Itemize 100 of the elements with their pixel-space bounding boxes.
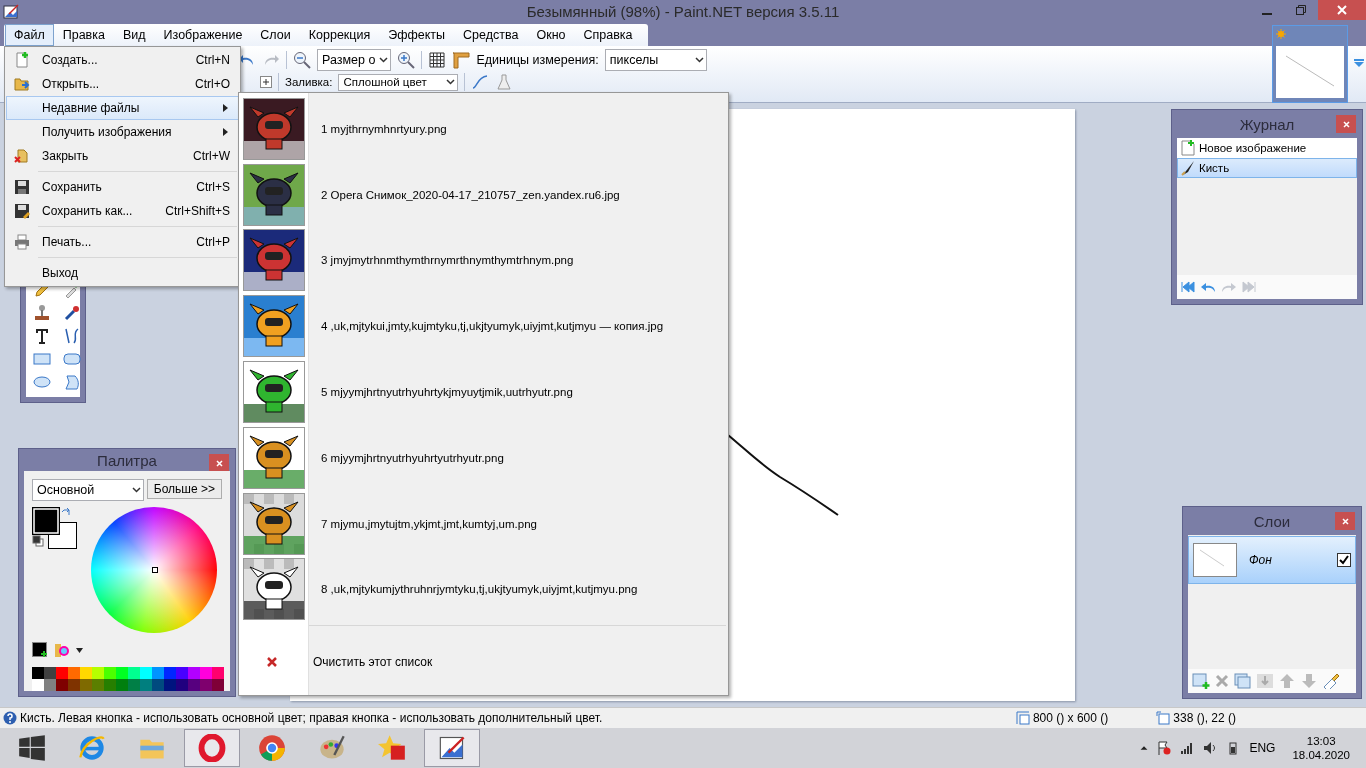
recent-file-entry[interactable]: 2 Opera Снимок_2020-04-17_210757_zen.yandex.ru6.jpg	[239, 161, 728, 228]
image-size-icon	[1015, 711, 1030, 725]
zoom-select[interactable]: Размер о	[317, 49, 392, 71]
menu-item[interactable]: Коррекция	[299, 24, 380, 46]
menu-item[interactable]: Справка	[574, 24, 642, 46]
grid-icon[interactable]	[428, 51, 447, 69]
menu-entry[interactable]: Сохранить Ctrl+S	[6, 175, 239, 199]
clear-list-entry[interactable]: Очистить этот список	[239, 629, 728, 696]
dropdown-caret-icon	[446, 79, 456, 85]
history-item[interactable]: Новое изображение	[1177, 138, 1357, 158]
close-icon	[1342, 120, 1350, 128]
menu-item[interactable]: Слои	[251, 24, 300, 46]
recent-file-entry[interactable]: 3 jmyjmytrhnmthymthrnymrthnymthymtrhnym.png	[239, 227, 728, 294]
menu-entry[interactable]: Недавние файлы	[6, 96, 239, 120]
recent-file-entry[interactable]: 8 ,uk,mjtykumjythruhnrjymtyku,tj,ukjtyumyk,uiyjmt,kutjmyu.png	[239, 556, 728, 623]
image-thumbnail	[1276, 46, 1344, 98]
tab-list-icon[interactable]	[1354, 58, 1364, 68]
recent-file-entry[interactable]: 6 mjyymjhrtnyutrhyuhrtyutrhyutr.png	[239, 424, 728, 491]
ruler-icon[interactable]	[452, 51, 471, 69]
fill-label: Заливка:	[285, 76, 333, 88]
menu-entry[interactable]: Получить изображения	[6, 120, 239, 144]
menu-item[interactable]: Средства	[454, 24, 528, 46]
paint-net-icon	[438, 734, 466, 762]
layer-thumbnail	[1193, 543, 1237, 577]
menu-item[interactable]: Вид	[113, 24, 155, 46]
recent-file-entry[interactable]: 7 mjymu,jmytujtm,ykjmt,jmt,kumtyj,um.png	[239, 490, 728, 557]
cursor-position: 338 (), 22 ()	[1173, 711, 1236, 725]
first-step-icon[interactable]	[1181, 281, 1195, 293]
windows-logo-icon	[18, 734, 46, 762]
menu-item[interactable]: Изображение	[154, 24, 252, 46]
clock[interactable]: 13:03 18.04.2020	[1292, 735, 1350, 761]
reset-colors-icon[interactable]	[32, 535, 44, 547]
app-icon[interactable]	[3, 4, 19, 20]
palette-folder-icon[interactable]	[54, 642, 70, 658]
dropdown-caret-icon[interactable]	[76, 647, 83, 653]
printer-icon	[14, 234, 30, 250]
image-tab[interactable]	[1272, 25, 1348, 103]
color-palette-grid[interactable]	[32, 667, 222, 691]
network-flag-icon[interactable]	[1157, 741, 1172, 755]
language-indicator[interactable]: ENG	[1249, 741, 1276, 755]
dropdown-caret-icon	[379, 57, 389, 63]
expand-icon[interactable]	[260, 76, 272, 88]
recent-file-entry[interactable]: 5 mjyymjhrtnyutrhyuhrtykjmyuytjmik,uutrhyutr.png	[239, 359, 728, 425]
signal-icon[interactable]	[1180, 741, 1195, 755]
visibility-checkbox[interactable]	[1337, 553, 1351, 567]
minimize-icon	[1262, 13, 1272, 15]
menu-entry[interactable]: Выход	[6, 261, 239, 285]
close-button[interactable]	[1318, 0, 1366, 20]
close-icon	[1337, 5, 1347, 15]
zoom-in-icon[interactable]	[397, 51, 416, 69]
menu-item[interactable]: Файл	[5, 24, 54, 46]
menu-item[interactable]: Правка	[53, 24, 114, 46]
restore-icon	[1296, 5, 1306, 15]
dropdown-caret-icon	[694, 57, 704, 63]
add-layer-icon[interactable]	[1192, 673, 1210, 689]
duplicate-layer-icon[interactable]	[1234, 673, 1252, 689]
help-icon	[3, 711, 17, 725]
folder-icon	[14, 76, 30, 92]
recent-file-entry[interactable]: 4 ,uk,mjtykui,jmty,kujmtyku,tj,ukjtyumyk,uiyjmt,kutjmyu — копия.jpg	[239, 293, 728, 360]
dropdown-caret-icon	[132, 487, 141, 493]
submenu-arrow-icon	[223, 128, 228, 136]
close-button[interactable]	[1336, 115, 1356, 133]
layer-properties-icon[interactable]	[1322, 673, 1340, 689]
menu-item[interactable]: Окно	[527, 24, 575, 46]
close-file-icon	[14, 148, 30, 164]
fill-select[interactable]: Сплошной цвет	[338, 73, 459, 91]
menu-entry[interactable]: Печать... Ctrl+P	[6, 230, 239, 254]
menu-entry[interactable]: Создать... Ctrl+N	[6, 48, 239, 72]
zoom-out-icon[interactable]	[293, 51, 311, 69]
panel-title: Журнал	[1239, 115, 1295, 133]
new-image-icon	[1181, 140, 1195, 156]
close-button[interactable]	[1335, 512, 1355, 530]
color-marker[interactable]	[152, 567, 158, 573]
units-select[interactable]: пикселы	[604, 49, 707, 71]
undo-icon[interactable]	[1200, 281, 1216, 293]
units-label: Единицы измерения:	[476, 53, 599, 67]
color-mode-select[interactable]: Основной	[32, 479, 144, 501]
speaker-icon[interactable]	[1203, 741, 1218, 755]
recent-file-entry[interactable]: 1 myjthrnymhnrtyury.png	[239, 96, 728, 162]
history-item[interactable]: Кисть	[1177, 158, 1357, 178]
close-button[interactable]	[209, 454, 229, 472]
taskbar-app-button[interactable]	[184, 729, 240, 767]
submenu-arrow-icon	[223, 104, 228, 112]
taskbar-app-button[interactable]	[424, 729, 480, 767]
panel-title: Слои	[1253, 512, 1291, 530]
menu-entry[interactable]: Сохранить как... Ctrl+Shift+S	[6, 199, 239, 223]
cursor-position-icon	[1156, 711, 1171, 725]
opera-o-icon	[198, 734, 226, 762]
more-button[interactable]: Больше >>	[146, 479, 222, 499]
menu-entry[interactable]: Закрыть Ctrl+W	[6, 144, 239, 168]
layer-row[interactable]: Фон	[1188, 536, 1356, 584]
swap-colors-icon[interactable]	[62, 508, 72, 518]
panel-title: Палитра	[97, 451, 157, 469]
color-swatches-drawing[interactable]	[32, 507, 78, 550]
curve-icon[interactable]	[471, 73, 490, 91]
add-color-icon[interactable]	[32, 642, 48, 658]
menu-entry[interactable]: Открыть... Ctrl+O	[6, 72, 239, 96]
close-icon	[215, 459, 223, 467]
window-title: Безымянный (98%) - Paint.NET версия 3.5.11	[526, 3, 840, 20]
menu-item[interactable]: Эффекты	[379, 24, 455, 46]
